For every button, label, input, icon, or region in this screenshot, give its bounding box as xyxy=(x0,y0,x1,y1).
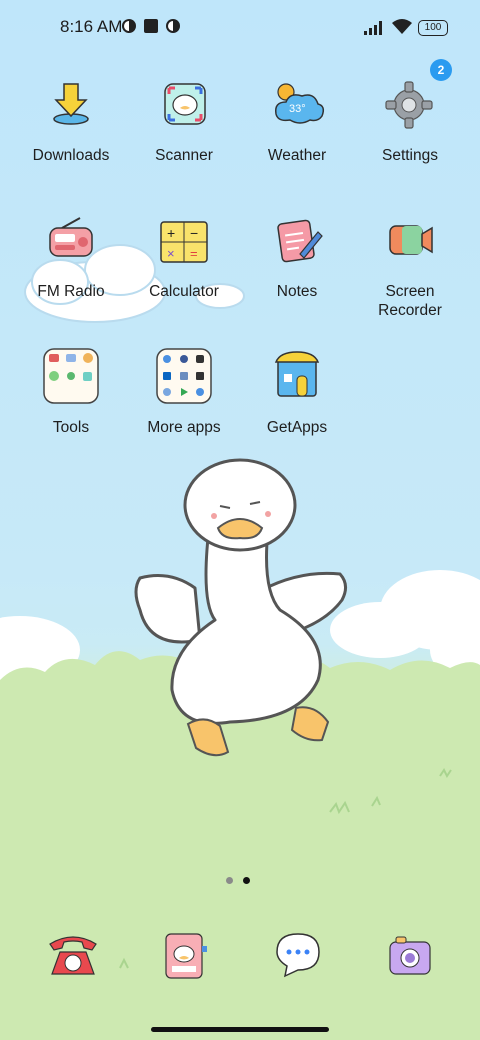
camera-icon xyxy=(389,936,431,975)
svg-text:−: − xyxy=(190,225,198,241)
app-label-calculator[interactable]: Calculator xyxy=(128,282,240,301)
video-camera-icon xyxy=(389,225,433,255)
app-calculator[interactable]: + − × = xyxy=(157,214,211,273)
gesture-nav-bar[interactable] xyxy=(151,1027,329,1032)
app-label-screen-recorder-line1: Screen xyxy=(385,283,435,300)
app-label-screen-recorder[interactable]: Screen Recorder xyxy=(354,282,466,320)
app-label-downloads[interactable]: Downloads xyxy=(15,146,127,165)
app-settings[interactable] xyxy=(382,78,436,137)
calculator-icon: + − × = xyxy=(160,221,208,263)
app-weather[interactable]: 33° xyxy=(270,78,326,137)
battery-icon: 100 xyxy=(418,20,448,36)
folder-icon xyxy=(156,348,212,404)
contacts-book-icon xyxy=(165,933,207,979)
svg-text:×: × xyxy=(167,246,175,261)
app-screen-recorder[interactable] xyxy=(382,214,436,273)
app-label-notes[interactable]: Notes xyxy=(241,282,353,301)
app-label-scanner[interactable]: Scanner xyxy=(128,146,240,165)
notification-c-icon xyxy=(122,19,136,33)
app-fm-radio[interactable] xyxy=(44,214,98,273)
status-bar: 8:16 AM 100 xyxy=(0,0,480,56)
page-dot-2-active[interactable] xyxy=(243,877,250,884)
app-label-settings[interactable]: Settings xyxy=(354,146,466,165)
app-notes[interactable] xyxy=(270,214,324,273)
app-label-screen-recorder-line2: Recorder xyxy=(378,302,442,319)
download-arrow-icon xyxy=(53,83,89,125)
app-getapps[interactable] xyxy=(270,348,324,407)
app-label-fm-radio[interactable]: FM Radio xyxy=(15,282,127,301)
square-notification-icon xyxy=(144,19,158,33)
wifi-icon xyxy=(392,19,412,34)
gear-icon xyxy=(385,81,433,129)
signal-icon xyxy=(364,21,382,35)
duck-scanner-icon xyxy=(164,83,206,125)
app-label-getapps[interactable]: GetApps xyxy=(241,418,353,437)
folder-more-apps[interactable] xyxy=(156,348,212,409)
dock-messages[interactable] xyxy=(273,930,323,983)
settings-badge: 2 xyxy=(430,59,452,81)
folder-label-more-apps[interactable]: More apps xyxy=(128,418,240,437)
status-time: 8:16 AM xyxy=(60,17,123,36)
svg-text:=: = xyxy=(190,246,198,261)
notification-c-icon xyxy=(166,19,180,33)
folder-tools[interactable] xyxy=(43,348,99,409)
app-label-weather[interactable]: Weather xyxy=(241,146,353,165)
dock-camera[interactable] xyxy=(386,934,434,983)
dock-contacts[interactable] xyxy=(160,932,210,985)
telephone-icon xyxy=(49,936,97,975)
folder-icon xyxy=(43,348,99,404)
weather-temp: 33° xyxy=(289,103,306,115)
page-dot-1[interactable] xyxy=(226,877,233,884)
app-downloads[interactable] xyxy=(44,78,98,137)
store-icon xyxy=(274,351,320,397)
radio-icon xyxy=(49,217,93,257)
home-screen: 8:16 AM 100 Downloads Scanner 33° Weathe… xyxy=(0,0,480,1040)
svg-text:+: + xyxy=(167,225,175,241)
notepad-icon xyxy=(277,219,323,263)
chat-bubble-icon xyxy=(276,933,320,978)
dock-phone[interactable] xyxy=(46,932,100,985)
weather-cloud-icon: 33° xyxy=(274,83,325,124)
app-scanner[interactable] xyxy=(157,78,211,137)
folder-label-tools[interactable]: Tools xyxy=(15,418,127,437)
